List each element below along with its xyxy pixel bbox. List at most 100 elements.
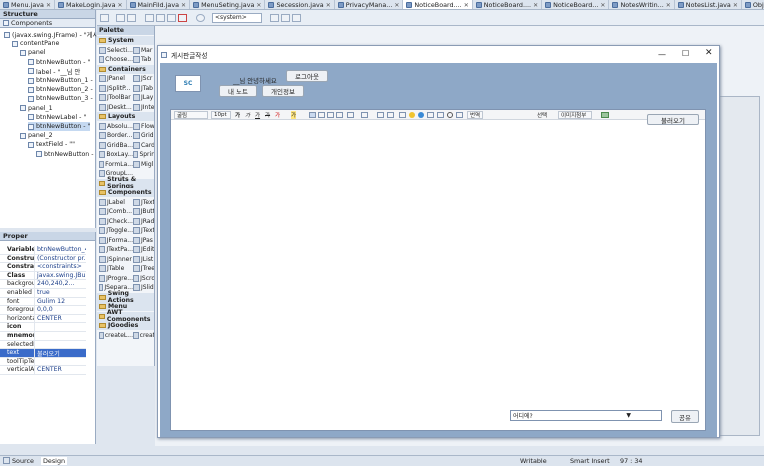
editor-tab[interactable]: NotesWritin... ✕	[609, 0, 675, 9]
palette-item[interactable]: Mar	[133, 46, 154, 55]
link-icon[interactable]	[399, 112, 406, 118]
spellcheck-icon[interactable]	[456, 112, 463, 118]
my-notes-button[interactable]: 내 노트	[219, 85, 257, 97]
tab-close-icon[interactable]: ✕	[394, 2, 399, 9]
palette-item[interactable]: Migl	[133, 160, 154, 169]
editor-tab[interactable]: NoticeBoard... ✕	[542, 0, 610, 9]
palette-item[interactable]: GridBa...	[99, 141, 133, 150]
palette-item[interactable]: JTable	[99, 264, 133, 273]
tab-close-icon[interactable]: ✕	[464, 2, 469, 9]
property-value[interactable]: CENTER	[35, 366, 86, 374]
tab-close-icon[interactable]: ✕	[733, 2, 738, 9]
palette-item[interactable]: Card	[133, 141, 154, 150]
tree-node[interactable]: btnNewLabel - "	[28, 113, 86, 122]
tab-close-icon[interactable]: ✕	[666, 2, 671, 9]
translate-button[interactable]: 번역	[467, 111, 483, 119]
palette-item[interactable]: JSplitP...	[99, 84, 133, 93]
bold-button[interactable]: 가	[235, 111, 240, 119]
property-row[interactable]: font Gulim 12	[0, 297, 86, 307]
tree-node[interactable]: textField - ""	[28, 140, 75, 149]
paste-icon[interactable]	[167, 14, 176, 22]
tree-node[interactable]: btnNewButton - "	[28, 122, 91, 131]
editor-tab[interactable]: MakeLogin.java ✕	[55, 0, 127, 9]
align-right-icon[interactable]	[292, 14, 301, 22]
tree-node[interactable]: btnNewButton -	[36, 150, 94, 159]
editor-tab[interactable]: NoticeBoard.... ✕	[403, 0, 473, 9]
palette-item[interactable]: JForma...	[99, 236, 133, 245]
emoji-icon[interactable]	[409, 112, 415, 118]
font-size-select[interactable]: 10pt	[211, 111, 231, 119]
palette-item[interactable]: JDeskt...	[99, 103, 133, 112]
editor-tab[interactable]: MainFild.java ✕	[127, 0, 191, 9]
property-value[interactable]	[35, 341, 86, 349]
align-center-icon[interactable]	[281, 14, 290, 22]
tree-node[interactable]: panel	[20, 48, 45, 57]
tab-close-icon[interactable]: ✕	[256, 2, 261, 9]
property-value[interactable]: true	[35, 289, 86, 297]
palette-item[interactable]: JProgre...	[99, 274, 133, 283]
strike-button[interactable]: 가	[265, 111, 270, 119]
property-row[interactable]: backgrou...240,240,2...	[0, 280, 86, 289]
palette-item[interactable]: Choose...	[99, 55, 133, 64]
align-center-icon[interactable]	[318, 112, 325, 118]
tab-close-icon[interactable]: ✕	[533, 2, 538, 9]
palette-item[interactable]: JTextPa...	[99, 245, 133, 254]
components-header[interactable]: Components	[0, 19, 95, 28]
editor-tab[interactable]: NotesList.java ✕	[675, 0, 742, 9]
palette-item[interactable]: JTab	[133, 84, 154, 93]
property-value[interactable]	[35, 358, 86, 366]
property-row[interactable]: text 불러오기	[0, 349, 86, 358]
close-icon[interactable]: ✕	[705, 48, 713, 58]
tree-node[interactable]: btnNewButton - "	[28, 58, 90, 67]
property-row[interactable]: icon	[0, 323, 86, 332]
font-family-select[interactable]: 굴림	[174, 111, 208, 119]
palette-item[interactable]: JList	[133, 255, 154, 264]
property-value[interactable]: 0,0,0	[35, 306, 86, 314]
italic-button[interactable]: 가	[245, 111, 250, 119]
tree-node[interactable]: label - "__님 안	[28, 67, 80, 76]
property-value[interactable]: 240,240,2...	[35, 280, 86, 288]
editor-tab[interactable]: ObjectManag...✕	[742, 0, 764, 9]
palette-item[interactable]: JComb...	[99, 207, 133, 216]
text-color-button[interactable]: 가	[275, 111, 280, 119]
tab-close-icon[interactable]: ✕	[326, 2, 331, 9]
editor-tab[interactable]: PrivacyMana... ✕	[335, 0, 404, 9]
indent-icon[interactable]	[377, 112, 384, 118]
align-left-icon[interactable]	[270, 14, 279, 22]
palette-item[interactable]: createL...	[99, 331, 133, 340]
property-row[interactable]: horizonta...CENTER	[0, 314, 86, 324]
tab-close-icon[interactable]: ✕	[600, 2, 605, 9]
palette-item[interactable]: Sprin	[133, 150, 154, 159]
minimize-icon[interactable]: —	[658, 50, 666, 59]
load-button[interactable]: 불러오기	[647, 114, 699, 125]
palette-item[interactable]: FormLa...	[99, 160, 133, 169]
editor-tab[interactable]: MenuSeting.java ✕	[190, 0, 266, 9]
palette-item[interactable]: JLabel	[99, 198, 133, 207]
palette-item[interactable]: JCheck...	[99, 217, 133, 226]
palette-group[interactable]: Layouts	[97, 112, 154, 121]
tab-close-icon[interactable]: ✕	[46, 2, 51, 9]
location-select[interactable]: 어디에? ▼	[510, 410, 662, 421]
source-tab[interactable]: Source	[12, 457, 34, 465]
globe-icon[interactable]	[418, 112, 424, 118]
list-icon[interactable]	[361, 112, 368, 118]
select-icon[interactable]	[116, 14, 125, 22]
property-row[interactable]: mnemon...	[0, 332, 86, 341]
editor-tab[interactable]: Secession.java ✕	[265, 0, 335, 9]
property-value[interactable]: <constraints>	[35, 263, 86, 271]
marquee-icon[interactable]	[127, 14, 136, 22]
palette-item[interactable]: JToolBar	[99, 93, 133, 102]
palette-item[interactable]: JInte	[133, 103, 154, 112]
search-icon[interactable]	[447, 112, 453, 118]
property-row[interactable]: verticalAl...CENTER	[0, 366, 86, 375]
property-value[interactable]	[35, 332, 86, 340]
cut-icon[interactable]	[145, 14, 154, 22]
property-value[interactable]: 불러오기	[35, 349, 86, 357]
palette-group[interactable]: AWT Components	[97, 309, 154, 323]
tree-node[interactable]: btnNewButton_2 -	[28, 85, 93, 94]
palette-group[interactable]: Containers	[97, 64, 154, 74]
property-row[interactable]: Variable btnNewButton_4	[0, 246, 86, 255]
palette-item[interactable]: Absolu...	[99, 122, 133, 131]
table-icon[interactable]	[427, 112, 434, 118]
palette-group[interactable]: Struts & Springs	[97, 176, 154, 190]
